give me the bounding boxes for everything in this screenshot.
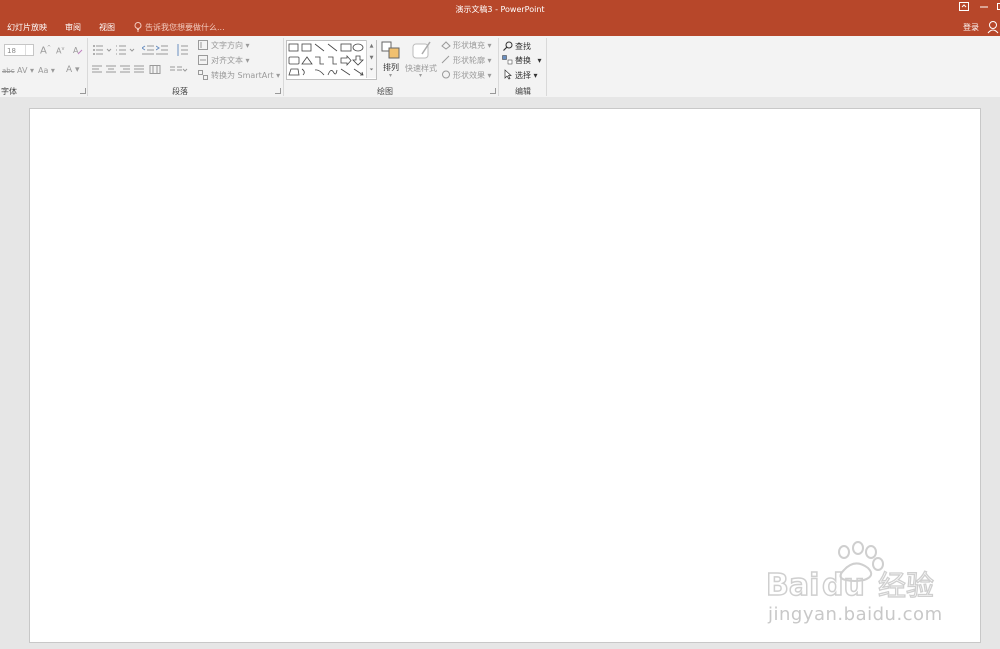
select-label: 选择 [515, 71, 531, 80]
scroll-up-icon[interactable]: ▲ [367, 40, 376, 52]
font-size-box[interactable]: 18 [4, 44, 34, 56]
drawing-group-label: 绘图 [377, 87, 393, 96]
columns-icon[interactable] [170, 65, 188, 75]
replace-button[interactable]: 替换 ▾ [515, 55, 542, 66]
paint-bucket-icon [441, 41, 451, 50]
shape-effects-icon [442, 70, 450, 79]
pen-icon [441, 55, 450, 64]
watermark-url: jingyan.baidu.com [768, 604, 943, 625]
line-spacing-icon[interactable] [176, 44, 194, 56]
char-spacing-button[interactable]: AV ▾ [17, 66, 34, 75]
tab-view[interactable]: 视图 [99, 22, 115, 33]
strikethrough-button[interactable]: abc [2, 67, 15, 75]
paragraph-group-label: 段落 [172, 87, 188, 96]
paragraph-align-icons[interactable] [92, 65, 164, 75]
select-button[interactable]: 选择 ▾ [515, 70, 538, 81]
tab-review[interactable]: 审阅 [65, 22, 81, 33]
align-text-label: 对齐文本 [211, 56, 243, 65]
tab-slideshow[interactable]: 幻灯片放映 [7, 22, 47, 33]
font-group-label: 字体 [1, 87, 17, 96]
align-text-button[interactable]: 对齐文本 ▾ [211, 55, 250, 66]
shape-fill-button[interactable]: 形状填充 ▾ [453, 40, 492, 51]
arrange-icon [381, 41, 400, 59]
chevron-down-icon [25, 45, 33, 55]
scroll-down-icon[interactable]: ▼ [367, 52, 376, 64]
svg-text:du: du [822, 568, 865, 603]
numbering-icon[interactable] [115, 44, 139, 56]
quick-styles-icon [412, 41, 431, 59]
font-dialog-launcher-icon[interactable] [80, 88, 86, 94]
change-case-button[interactable]: Aa ▾ [38, 66, 55, 75]
char-spacing-label: AV [17, 66, 28, 75]
window-title: 演示文稿3 - PowerPoint [455, 5, 545, 14]
text-direction-button[interactable]: 文字方向 ▾ [211, 40, 250, 51]
gallery-expand-icon[interactable]: ⏷ [367, 64, 376, 76]
find-icon [503, 41, 513, 51]
shape-effects-label: 形状效果 [453, 71, 485, 80]
shape-outline-button[interactable]: 形状轮廓 ▾ [453, 55, 492, 66]
ribbon: 18 A^ Av A abc AV ▾ Aa ▾ A ▾ 字体 文字方向 ▾ 对… [0, 36, 1000, 98]
text-direction-icon [198, 40, 208, 50]
minimize-icon[interactable] [978, 2, 990, 14]
text-direction-label: 文字方向 [211, 41, 243, 50]
convert-smartart-button[interactable]: 转换为 SmartArt ▾ [211, 70, 280, 81]
convert-smartart-label: 转换为 SmartArt [211, 71, 274, 80]
grow-font-label: A [40, 45, 47, 57]
group-separator [87, 38, 88, 96]
editing-group-label: 编辑 [515, 87, 531, 96]
svg-text:Bai: Bai [766, 568, 819, 603]
group-separator [283, 38, 284, 96]
change-case-label: Aa [38, 66, 49, 75]
shape-outline-label: 形状轮廓 [453, 56, 485, 65]
grow-font-button[interactable]: A^ [40, 45, 51, 56]
font-color-button[interactable]: A ▾ [66, 65, 80, 75]
arrange-chevron-icon: ▾ [389, 72, 393, 79]
lightbulb-icon [134, 22, 142, 32]
clear-formatting-icon[interactable]: A [73, 45, 83, 55]
shrink-font-button[interactable]: Av [56, 46, 64, 56]
quick-styles-chevron-icon: ▾ [419, 72, 423, 79]
shapes-gallery-icons [288, 43, 364, 76]
smartart-icon [198, 70, 208, 80]
drawing-dialog-launcher-icon[interactable] [490, 88, 496, 94]
sign-in-link[interactable]: 登录 [963, 22, 979, 33]
shape-effects-button[interactable]: 形状效果 ▾ [453, 70, 492, 81]
increase-indent-icon[interactable] [156, 44, 168, 56]
decrease-indent-icon[interactable] [142, 44, 154, 56]
font-size-value: 18 [7, 47, 16, 55]
replace-label: 替换 [515, 56, 531, 65]
find-button[interactable]: 查找 [515, 41, 531, 52]
shape-fill-label: 形状填充 [453, 41, 485, 50]
svg-text:经验: 经验 [878, 569, 934, 602]
group-separator [498, 38, 499, 96]
replace-icon [502, 55, 513, 65]
bullets-icon[interactable] [92, 44, 116, 56]
align-text-icon [198, 55, 208, 65]
title-bar: 演示文稿3 - PowerPoint [0, 0, 1000, 18]
font-color-label: A [66, 65, 73, 75]
gallery-scrollbar[interactable]: ▲ ▼ ⏷ [366, 40, 376, 78]
tell-me-search[interactable]: 告诉我您想要做什么... [145, 22, 225, 33]
ribbon-tab-bar: 幻灯片放映 审阅 视图 告诉我您想要做什么... 登录 [0, 18, 1000, 36]
paragraph-dialog-launcher-icon[interactable] [275, 88, 281, 94]
user-icon[interactable] [987, 20, 999, 34]
shapes-gallery[interactable] [286, 40, 377, 80]
maximize-icon[interactable] [994, 2, 1000, 14]
group-separator [546, 38, 547, 96]
ribbon-display-options-icon[interactable] [958, 2, 970, 14]
select-cursor-icon [504, 69, 512, 80]
